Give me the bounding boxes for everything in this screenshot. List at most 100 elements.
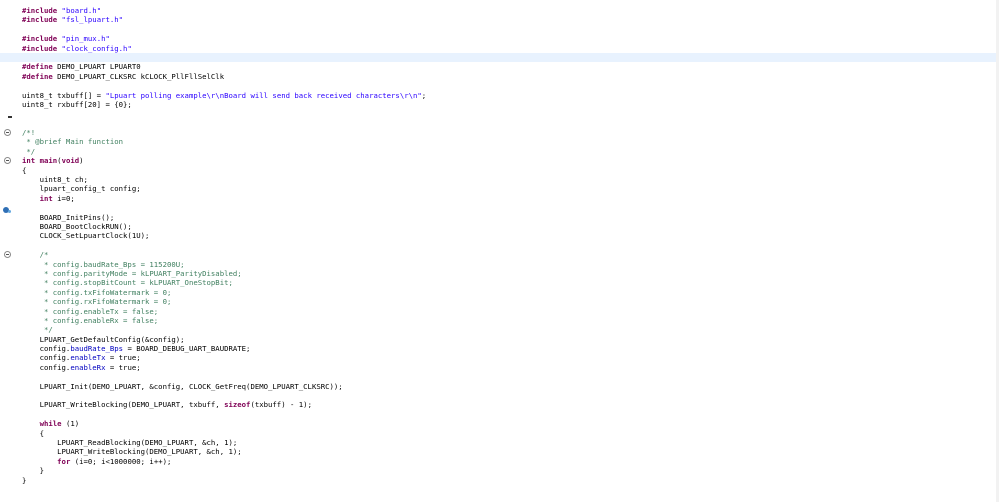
code-token: DEMO_LPUART LPUART0 (52, 62, 141, 72)
code-line[interactable]: * config.rxFifoWatermark = 0; (0, 297, 996, 306)
keyword-token: #include (22, 34, 58, 44)
string-token: "board.h" (57, 6, 102, 15)
code-line[interactable]: * config.baudRate_Bps = 115200U; (0, 260, 996, 269)
code-line[interactable] (0, 81, 996, 90)
code-line[interactable]: uint8_t txbuff[] = "Lpuart polling examp… (0, 91, 996, 100)
comment-token: /* (22, 250, 49, 260)
code-line[interactable]: #include "fsl_lpuart.h" (0, 15, 996, 24)
field-token: enableRx (70, 362, 106, 372)
code-line[interactable]: * config.enableTx = false; (0, 307, 996, 316)
code-line[interactable]: LPUART_WriteBlocking(DEMO_LPUART, &ch, 1… (0, 447, 996, 456)
field-token: baudRate_Bps (70, 344, 124, 354)
code-line[interactable]: /* (0, 250, 996, 259)
code-line[interactable]: #define DEMO_LPUART LPUART0 (0, 62, 996, 71)
string-token: "Lpuart polling example\r\nBoard will se… (105, 90, 422, 100)
code-line[interactable]: uint8_t rxbuff[20] = {0}; (0, 100, 996, 109)
code-token: } (22, 475, 27, 485)
code-token: BOARD_InitPins(); (22, 212, 115, 222)
code-line[interactable] (0, 25, 996, 34)
code-line[interactable] (0, 52, 996, 63)
code-token: i=0; (52, 193, 75, 203)
code-token: ; (421, 90, 427, 100)
code-line[interactable] (0, 241, 996, 250)
code-token: (txbuff) - 1); (250, 400, 312, 410)
keyword-token: #include (22, 15, 58, 25)
code-line[interactable]: int i=0; (0, 194, 996, 203)
code-line[interactable]: BOARD_BootClockRUN(); (0, 222, 996, 231)
keyword-token: #define (22, 71, 53, 81)
code-line[interactable]: #include "clock_config.h" (0, 44, 996, 53)
code-token: uint8_t ch; (22, 175, 88, 185)
code-line[interactable]: #include "board.h" (0, 6, 996, 15)
code-line[interactable]: * config.txFifoWatermark = 0; (0, 288, 996, 297)
code-line[interactable]: config.enableRx = true; (0, 363, 996, 372)
keyword-token: int (39, 193, 53, 203)
comment-token: * config.enableTx = false; (22, 306, 159, 316)
keyword-token: int (22, 156, 36, 166)
code-token: config. (22, 344, 71, 354)
code-line[interactable]: config.baudRate_Bps = BOARD_DEBUG_UART_B… (0, 344, 996, 353)
field-token: enableTx (70, 353, 106, 363)
code-line[interactable]: #include "pin_mux.h" (0, 34, 996, 43)
code-line[interactable]: BOARD_InitPins(); (0, 213, 996, 222)
code-token: uint8_t txbuff[] = (22, 90, 106, 100)
code-line[interactable]: */ (0, 147, 996, 156)
comment-token: * config.parityMode = kLPUART_ParityDisa… (22, 268, 242, 278)
code-token: BOARD_BootClockRUN(); (22, 221, 132, 231)
code-line[interactable] (0, 119, 996, 128)
keyword-token: sizeof (224, 400, 251, 410)
comment-token: * config.stopBitCount = kLPUART_OneStopB… (22, 278, 233, 288)
code-line[interactable] (0, 410, 996, 419)
comment-token: */ (22, 325, 53, 335)
code-line[interactable] (0, 203, 996, 212)
code-line[interactable] (0, 391, 996, 400)
code-line[interactable]: LPUART_Init(DEMO_LPUART, &config, CLOCK_… (0, 382, 996, 391)
code-token: LPUART_GetDefaultConfig(&config); (22, 334, 185, 344)
code-line[interactable]: { (0, 429, 996, 438)
code-line[interactable]: int main(void) (0, 156, 996, 165)
code-token: = BOARD_DEBUG_UART_BAUDRATE; (123, 344, 251, 354)
code-area[interactable]: #include "board.h" #include "fsl_lpuart.h… (0, 6, 996, 485)
collapse-circle-icon[interactable] (4, 129, 11, 137)
code-line[interactable]: LPUART_WriteBlocking(DEMO_LPUART, txbuff… (0, 400, 996, 409)
code-line[interactable] (0, 372, 996, 381)
collapse-circle-icon[interactable] (4, 251, 11, 259)
code-line[interactable]: LPUART_ReadBlocking(DEMO_LPUART, &ch, 1)… (0, 438, 996, 447)
code-token: (i=0; i<1000000; i++); (70, 456, 172, 466)
code-token: LPUART_Init(DEMO_LPUART, &config, CLOCK_… (22, 381, 343, 391)
code-line[interactable]: for (i=0; i<1000000; i++); (0, 457, 996, 466)
code-line[interactable]: uint8_t ch; (0, 175, 996, 184)
string-token: "pin_mux.h" (57, 34, 110, 44)
code-line[interactable]: while (1) (0, 419, 996, 428)
code-line[interactable]: { (0, 166, 996, 175)
keyword-token: #include (22, 43, 58, 53)
code-token: config. (22, 353, 71, 363)
code-line[interactable]: /*! (0, 128, 996, 137)
code-line[interactable]: #define DEMO_LPUART_CLKSRC kCLOCK_PllFll… (0, 72, 996, 81)
code-line[interactable]: CLOCK_SetLpuartClock(1U); (0, 231, 996, 240)
code-editor[interactable]: #include "board.h" #include "fsl_lpuart.h… (0, 0, 999, 502)
comment-token: * config.enableRx = false; (22, 315, 159, 325)
code-line[interactable]: LPUART_GetDefaultConfig(&config); (0, 335, 996, 344)
code-line[interactable]: * config.stopBitCount = kLPUART_OneStopB… (0, 278, 996, 287)
comment-token: * config.baudRate_Bps = 115200U; (22, 259, 185, 269)
code-line[interactable]: config.enableTx = true; (0, 353, 996, 362)
code-token: lpuart_config_t config; (22, 184, 141, 194)
code-line[interactable]: } (0, 466, 996, 475)
collapse-circle-icon[interactable] (4, 157, 11, 165)
code-line[interactable]: * config.parityMode = kLPUART_ParityDisa… (0, 269, 996, 278)
keyword-token: void (61, 156, 80, 166)
code-line[interactable]: } (0, 476, 996, 485)
code-line[interactable]: lpuart_config_t config; (0, 184, 996, 193)
string-token: "fsl_lpuart.h" (57, 15, 124, 25)
code-line[interactable]: * config.enableRx = false; (0, 316, 996, 325)
code-token: = true; (105, 362, 141, 372)
code-line[interactable] (0, 109, 996, 118)
comment-token: * @brief Main function (22, 137, 124, 147)
string-token: "clock_config.h" (57, 43, 132, 53)
code-line[interactable]: * @brief Main function (0, 137, 996, 146)
code-line[interactable]: */ (0, 325, 996, 334)
